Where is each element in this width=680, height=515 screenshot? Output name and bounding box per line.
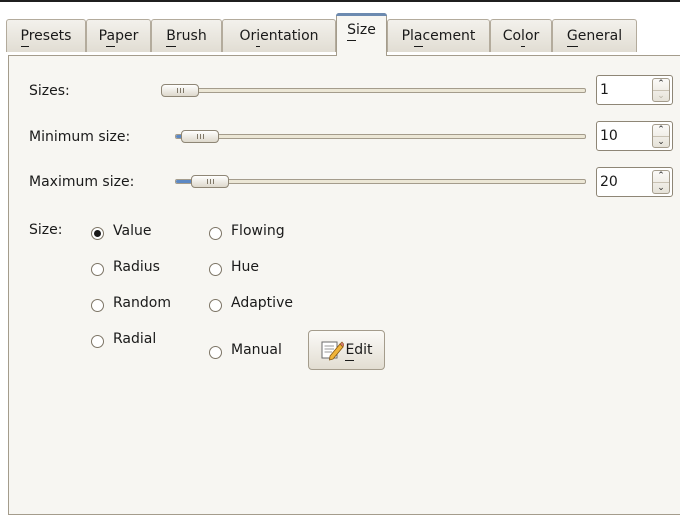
maximum-size-slider[interactable] <box>175 179 586 184</box>
radio-adaptive-label[interactable]: Adaptive <box>231 295 293 311</box>
radio-manual[interactable] <box>209 346 222 359</box>
radio-hue[interactable] <box>209 263 222 276</box>
size-group-label: Size: <box>29 222 63 238</box>
radio-radial-label[interactable]: Radial <box>113 331 156 347</box>
minimum-size-input[interactable] <box>600 126 648 146</box>
tab-orientation-label: Orientation <box>239 28 319 47</box>
chevron-down-icon[interactable]: ⌄ <box>653 90 669 102</box>
tab-placement[interactable]: Placement <box>387 19 490 52</box>
maximum-size-spinbutton[interactable]: ⌃ ⌄ <box>596 167 673 197</box>
minimum-size-spin-buttons: ⌃ ⌄ <box>652 124 670 148</box>
sizes-slider[interactable] <box>161 88 586 93</box>
tab-orientation[interactable]: Orientation <box>222 19 336 52</box>
sizes-spin-buttons: ⌃ ⌄ <box>652 78 670 102</box>
tab-brush[interactable]: Brush <box>151 19 222 52</box>
maximum-size-slider-thumb[interactable] <box>191 175 229 188</box>
sizes-input[interactable] <box>600 80 648 100</box>
radio-flowing[interactable] <box>209 227 222 240</box>
tab-presets[interactable]: Presets <box>6 19 86 52</box>
radio-hue-label[interactable]: Hue <box>231 259 259 275</box>
window-top-border <box>0 0 680 2</box>
edit-pencil-icon <box>321 341 345 361</box>
edit-button-label: Edit <box>345 342 373 361</box>
chevron-up-icon[interactable]: ⌃ <box>653 79 669 90</box>
radio-value[interactable] <box>91 227 104 240</box>
tab-size[interactable]: Size <box>336 13 387 56</box>
tab-general[interactable]: General <box>552 19 637 52</box>
maximum-size-input[interactable] <box>600 172 648 192</box>
tab-color-label: Color <box>503 28 539 47</box>
edit-button[interactable]: Edit <box>308 330 385 370</box>
chevron-up-icon[interactable]: ⌃ <box>653 171 669 182</box>
tab-size-label: Size <box>347 22 376 41</box>
minimum-size-slider-thumb[interactable] <box>181 130 219 143</box>
chevron-up-icon[interactable]: ⌃ <box>653 125 669 136</box>
radio-adaptive[interactable] <box>209 299 222 312</box>
radio-random-label[interactable]: Random <box>113 295 171 311</box>
maximum-size-label: Maximum size: <box>29 174 135 190</box>
maximum-size-spin-buttons: ⌃ ⌄ <box>652 170 670 194</box>
minimum-size-label: Minimum size: <box>29 129 131 145</box>
radio-random[interactable] <box>91 299 104 312</box>
tab-color[interactable]: Color <box>490 19 552 52</box>
radio-radius-label[interactable]: Radius <box>113 259 160 275</box>
radio-flowing-label[interactable]: Flowing <box>231 223 285 239</box>
size-tab-panel: Sizes: ⌃ ⌄ Minimum size: ⌃ ⌄ Maximum siz… <box>8 55 680 515</box>
tab-paper[interactable]: Paper <box>86 19 151 52</box>
radio-value-label[interactable]: Value <box>113 223 151 239</box>
tab-paper-label: Paper <box>99 28 138 47</box>
chevron-down-icon[interactable]: ⌄ <box>653 136 669 148</box>
sizes-label: Sizes: <box>29 83 70 99</box>
radio-manual-label[interactable]: Manual <box>231 342 282 358</box>
radio-radial[interactable] <box>91 335 104 348</box>
chevron-down-icon[interactable]: ⌄ <box>653 182 669 194</box>
tab-placement-label: Placement <box>402 28 475 47</box>
minimum-size-spinbutton[interactable]: ⌃ ⌄ <box>596 121 673 151</box>
tab-presets-label: Presets <box>20 28 71 47</box>
minimum-size-slider[interactable] <box>175 134 586 139</box>
sizes-slider-thumb[interactable] <box>161 84 199 97</box>
radio-radius[interactable] <box>91 263 104 276</box>
sizes-spinbutton[interactable]: ⌃ ⌄ <box>596 75 673 105</box>
tab-brush-label: Brush <box>166 28 207 47</box>
tab-general-label: General <box>566 28 622 47</box>
